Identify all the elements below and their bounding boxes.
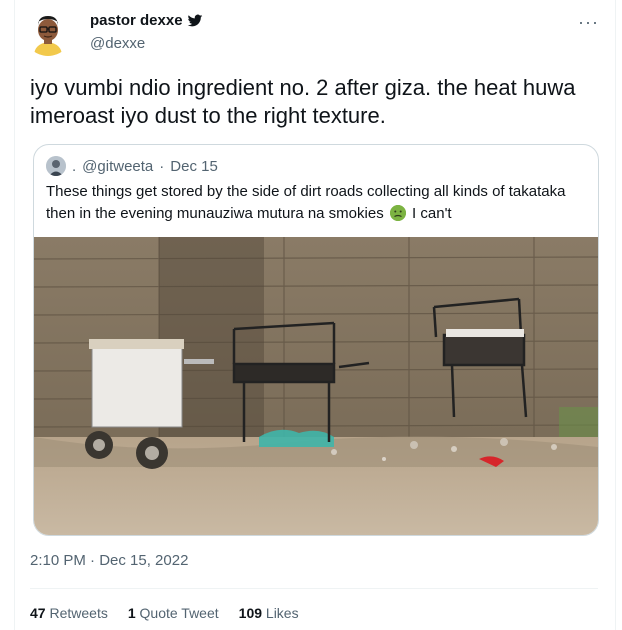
tweet-timestamp[interactable]: 2:10 PM · Dec 15, 2022: [30, 552, 188, 569]
likes-stat[interactable]: 109 Likes: [239, 605, 299, 621]
engagement-stats: 47 Retweets 1 Quote Tweet 109 Likes: [30, 605, 299, 621]
stats-divider: [30, 588, 598, 589]
likes-label: Likes: [265, 605, 299, 621]
quoted-date[interactable]: Dec 15: [170, 158, 218, 175]
quoted-author-prefix: .: [72, 157, 77, 175]
retweets-stat[interactable]: 47 Retweets: [30, 605, 108, 621]
author-display-name[interactable]: pastor dexxe: [90, 12, 183, 29]
quoted-avatar-image: [46, 156, 66, 176]
quoted-tweet-header: . @gitweeta · Dec 15: [46, 156, 218, 176]
quoted-author-avatar[interactable]: [46, 156, 66, 176]
cartoon-avatar-illustration: [24, 8, 72, 56]
quoted-text-part2: I can't: [412, 205, 452, 222]
quoted-separator: ·: [159, 157, 165, 175]
quotes-label: Quote Tweet: [139, 605, 219, 621]
quotes-count: 1: [127, 605, 136, 621]
retweets-label: Retweets: [49, 605, 108, 621]
nauseated-face-icon: [389, 205, 406, 221]
likes-count: 109: [238, 605, 263, 621]
author-handle[interactable]: @dexxe: [90, 35, 145, 52]
more-options-icon[interactable]: ···: [578, 12, 599, 33]
tweet-text: iyo vumbi ndio ingredient no. 2 after gi…: [30, 75, 576, 128]
quote-tweets-stat[interactable]: 1 Quote Tweet: [128, 605, 219, 621]
author-avatar[interactable]: [24, 8, 72, 56]
quoted-author-handle[interactable]: @gitweeta: [82, 158, 153, 175]
quoted-text-part1: These things get stored by the side of d…: [46, 183, 566, 222]
retweets-count: 47: [30, 605, 46, 621]
author-name-row[interactable]: pastor dexxe: [90, 12, 203, 29]
quoted-tweet-photo[interactable]: [34, 237, 598, 535]
quoted-tweet[interactable]: . @gitweeta · Dec 15 These things get st…: [33, 144, 599, 536]
twitter-bird-icon: [187, 14, 202, 26]
quoted-tweet-text: These things get stored by the side of d…: [46, 181, 586, 225]
